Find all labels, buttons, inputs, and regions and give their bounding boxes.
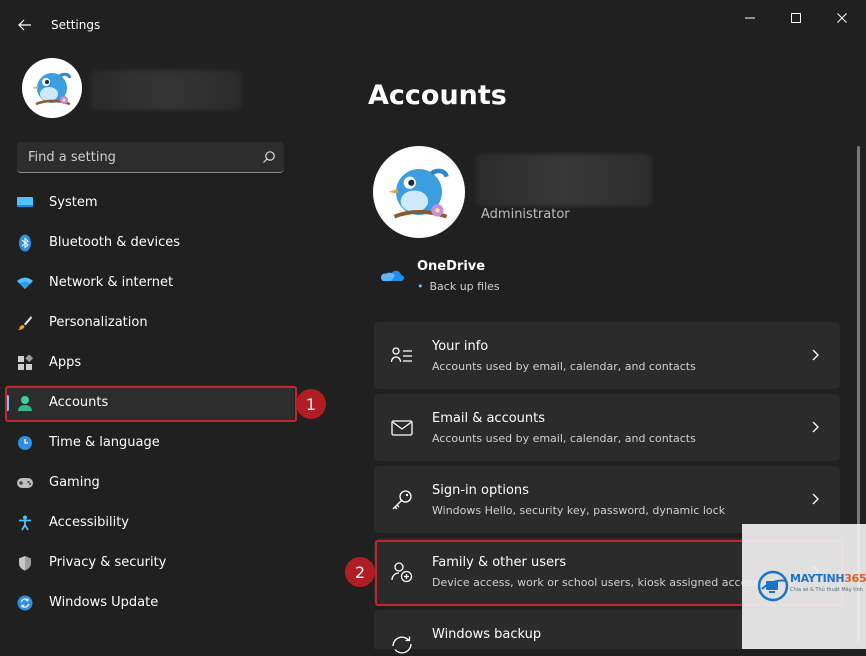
sidebar-item-label: Time & language xyxy=(49,435,160,450)
sidebar-item-system[interactable]: System xyxy=(6,185,294,221)
sidebar-item-label: Gaming xyxy=(49,475,100,490)
sidebar-item-privacy-security[interactable]: Privacy & security xyxy=(6,545,294,581)
sidebar-item-windows-update[interactable]: Windows Update xyxy=(6,585,294,621)
account-name-redacted xyxy=(476,154,652,206)
minimize-button[interactable] xyxy=(739,8,761,28)
maximize-icon xyxy=(791,13,801,23)
shield-icon xyxy=(16,554,34,572)
sidebar-item-label: Privacy & security xyxy=(49,555,167,570)
watermark-tagline: Chia sẻ & Thủ thuật Máy tính xyxy=(790,587,863,593)
clock-icon xyxy=(16,434,34,452)
card-sign-in-options[interactable]: Sign-in options Windows Hello, security … xyxy=(374,466,840,533)
card-subtitle: Windows Hello, security key, password, d… xyxy=(432,504,726,517)
sidebar-item-time-language[interactable]: Time & language xyxy=(6,425,294,461)
account-role: Administrator xyxy=(481,207,570,222)
accessibility-icon xyxy=(16,514,34,532)
close-icon xyxy=(837,13,847,23)
settings-window: Settings Find a setting System Bluetooth… xyxy=(0,0,866,654)
search-box xyxy=(17,142,284,173)
watermark-logo-icon xyxy=(757,570,789,602)
close-button[interactable] xyxy=(831,8,853,28)
watermark-brand-accent: 365 xyxy=(844,572,866,585)
back-arrow-icon xyxy=(18,19,31,31)
sidebar-item-label: System xyxy=(49,195,98,210)
watermark-brand-main: MAYTINH xyxy=(790,572,845,585)
monitor-icon xyxy=(16,194,34,212)
window-title: Settings xyxy=(51,18,101,32)
bird-avatar-icon xyxy=(388,168,449,219)
step-badge-2: 2 xyxy=(345,557,375,587)
key-icon xyxy=(392,490,412,510)
title-bar: Settings xyxy=(0,0,866,48)
apps-icon xyxy=(16,354,34,372)
bluetooth-icon xyxy=(16,234,34,252)
card-title: Sign-in options xyxy=(432,483,529,498)
brush-icon xyxy=(16,314,34,332)
sidebar-item-gaming[interactable]: Gaming xyxy=(6,465,294,501)
card-email-accounts[interactable]: Email & accounts Accounts used by email,… xyxy=(374,394,840,461)
wifi-icon xyxy=(16,274,34,292)
card-subtitle: Accounts used by email, calendar, and co… xyxy=(432,432,696,445)
status-dot-icon: • xyxy=(417,280,424,293)
chevron-right-icon xyxy=(812,493,819,505)
sidebar-item-bluetooth[interactable]: Bluetooth & devices xyxy=(6,225,294,261)
sidebar-item-label: Bluetooth & devices xyxy=(49,235,180,250)
sidebar-user-name-redacted xyxy=(90,70,242,110)
onedrive-cloud-icon[interactable] xyxy=(380,266,404,282)
refresh-icon xyxy=(16,594,34,612)
sidebar-avatar[interactable] xyxy=(22,58,82,118)
watermark-brand: MAYTINH365 xyxy=(790,572,866,585)
search-input[interactable] xyxy=(17,142,257,172)
sidebar-item-label: Accessibility xyxy=(49,515,129,530)
card-your-info[interactable]: Your info Accounts used by email, calend… xyxy=(374,322,840,389)
card-title: Your info xyxy=(432,339,489,354)
watermark-overlay: MAYTINH365 Chia sẻ & Thủ thuật Máy tính xyxy=(742,524,866,649)
mail-icon xyxy=(391,420,413,436)
step-badge-1: 1 xyxy=(296,389,326,419)
card-title: Email & accounts xyxy=(432,411,546,426)
search-icon[interactable] xyxy=(262,150,276,164)
page-title: Accounts xyxy=(368,80,507,111)
sidebar-item-network[interactable]: Network & internet xyxy=(6,265,294,301)
chevron-right-icon xyxy=(812,421,819,433)
card-subtitle: Accounts used by email, calendar, and co… xyxy=(432,360,696,373)
accounts-highlight-box xyxy=(5,386,297,422)
onedrive-subtitle-text: Back up files xyxy=(429,280,500,293)
sidebar-item-apps[interactable]: Apps xyxy=(6,345,294,381)
sidebar-item-personalization[interactable]: Personalization xyxy=(6,305,294,341)
gamepad-icon xyxy=(16,474,34,492)
maximize-button[interactable] xyxy=(785,8,807,28)
sidebar-item-label: Windows Update xyxy=(49,595,159,610)
onedrive-subtitle: • Back up files xyxy=(417,280,500,293)
sidebar-item-label: Personalization xyxy=(49,315,148,330)
back-button[interactable] xyxy=(14,14,36,36)
bird-avatar-icon xyxy=(32,72,72,106)
chevron-right-icon xyxy=(812,349,819,361)
minimize-icon xyxy=(745,17,755,19)
sidebar-item-label: Network & internet xyxy=(49,275,174,290)
card-title: Windows backup xyxy=(432,627,542,642)
sidebar-item-accessibility[interactable]: Accessibility xyxy=(6,505,294,541)
sidebar-item-label: Apps xyxy=(49,355,82,370)
backup-icon xyxy=(392,636,412,654)
onedrive-title[interactable]: OneDrive xyxy=(417,259,485,274)
id-card-icon xyxy=(391,347,412,363)
account-avatar[interactable] xyxy=(373,146,465,238)
